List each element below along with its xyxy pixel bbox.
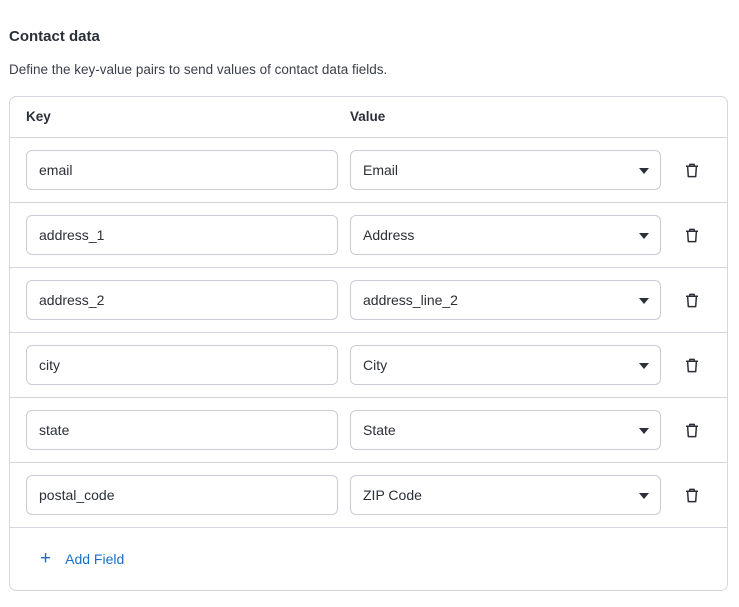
caret-down-icon [639,168,649,174]
key-input[interactable] [26,345,338,385]
table-row: State [10,398,727,463]
value-select-text: City [363,357,388,373]
table-header: Key Value [10,97,727,138]
delete-row-button[interactable] [682,160,702,180]
caret-down-icon [639,363,649,369]
table-row: address_line_2 [10,268,727,333]
value-select-text: Email [363,162,399,178]
key-input[interactable] [26,410,338,450]
plus-icon: + [40,548,52,569]
section-title: Contact data [9,28,100,45]
add-field-label: Add Field [65,550,125,567]
trash-icon [686,228,698,242]
key-input[interactable] [26,215,338,255]
section-description: Define the key-value pairs to send value… [9,62,388,77]
value-select[interactable]: ZIP Code [350,475,661,515]
delete-row-button[interactable] [682,355,702,375]
key-input[interactable] [26,475,338,515]
value-select-text: address_line_2 [363,292,458,308]
delete-row-button[interactable] [682,485,702,505]
table-row: City [10,333,727,398]
trash-icon [686,358,698,372]
value-select[interactable]: Address [350,215,661,255]
value-select-text: Address [363,227,415,243]
value-select-text: ZIP Code [363,487,422,503]
trash-icon [686,163,698,177]
delete-row-button[interactable] [682,420,702,440]
value-select[interactable]: Email [350,150,661,190]
value-select[interactable]: City [350,345,661,385]
value-select[interactable]: State [350,410,661,450]
trash-icon [686,488,698,502]
caret-down-icon [639,298,649,304]
table-row: Address [10,203,727,268]
delete-row-button[interactable] [682,225,702,245]
value-select-text: State [363,422,396,438]
caret-down-icon [639,428,649,434]
contact-data-table: Key Value Email Address address_line_2 [9,96,728,591]
add-field-button[interactable]: + Add Field [40,549,124,568]
delete-row-button[interactable] [682,290,702,310]
caret-down-icon [639,493,649,499]
key-column-header: Key [26,109,51,124]
trash-icon [686,293,698,307]
trash-icon [686,423,698,437]
table-row: ZIP Code [10,463,727,528]
value-select[interactable]: address_line_2 [350,280,661,320]
key-input[interactable] [26,280,338,320]
table-row: Email [10,138,727,203]
key-input[interactable] [26,150,338,190]
value-column-header: Value [350,109,386,124]
caret-down-icon [639,233,649,239]
